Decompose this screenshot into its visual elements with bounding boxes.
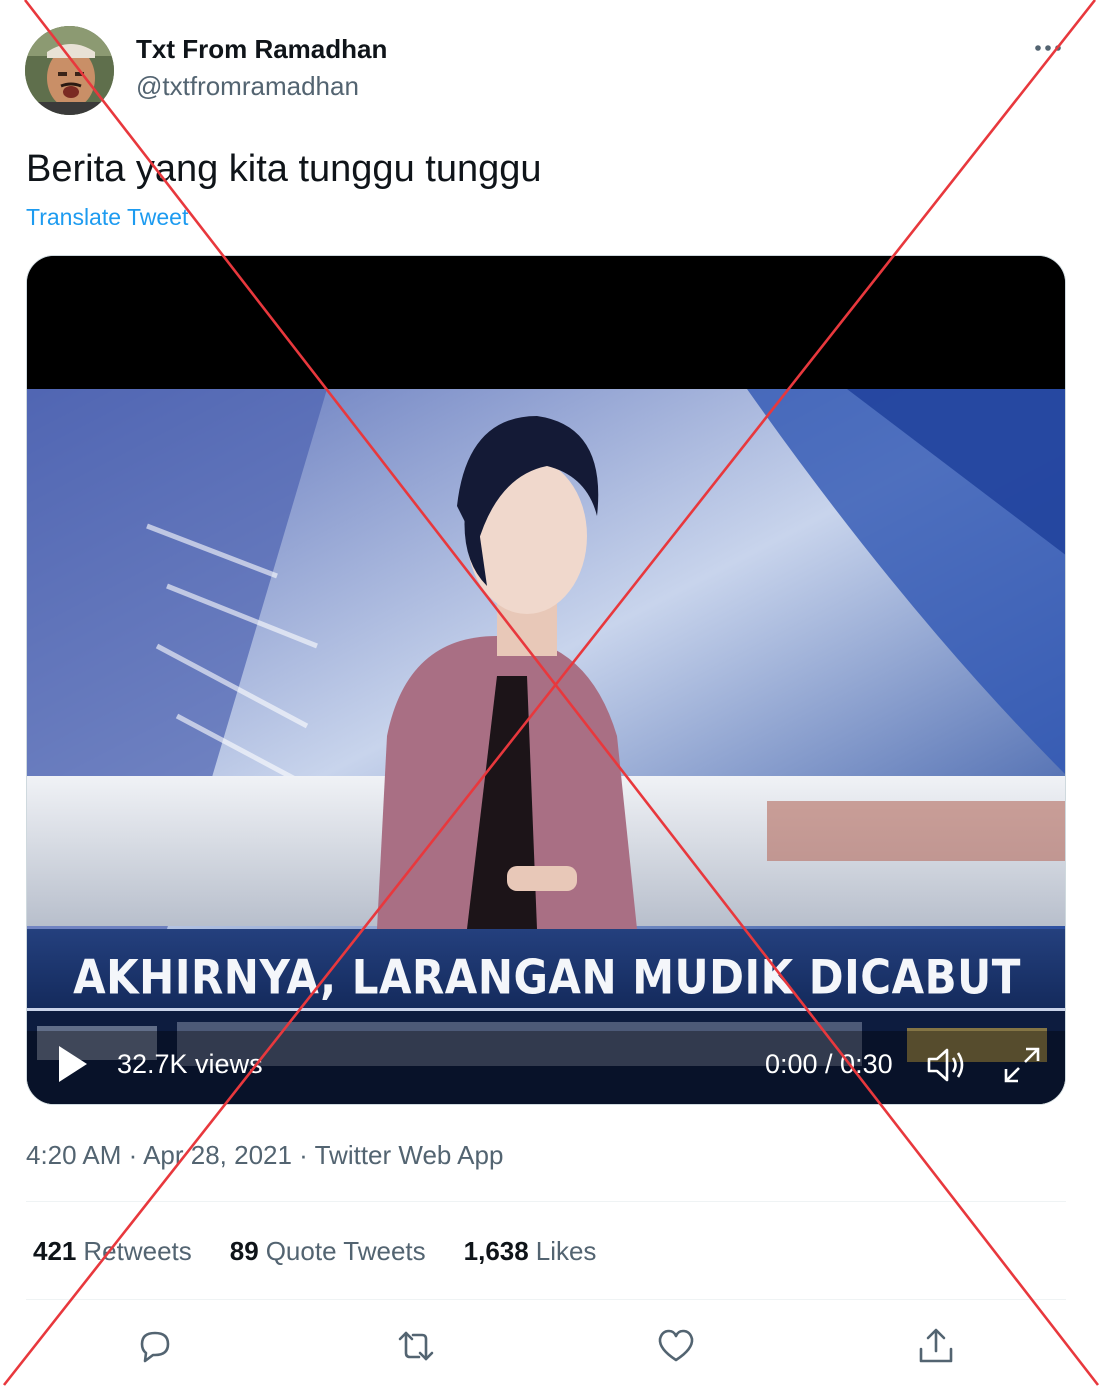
quote-tweets-stat[interactable]: 89 Quote Tweets: [230, 1236, 426, 1267]
video-views: 32.7K views: [117, 1049, 263, 1079]
translate-tweet-link[interactable]: Translate Tweet: [26, 204, 188, 231]
tweet-text: Berita yang kita tunggu tunggu: [26, 148, 542, 190]
retweets-label: Retweets: [83, 1236, 192, 1266]
fullscreen-icon[interactable]: [1002, 1045, 1042, 1085]
divider: [26, 1201, 1066, 1202]
reply-icon[interactable]: [134, 1325, 176, 1367]
like-icon[interactable]: [655, 1325, 697, 1367]
tweet-stats: 421 Retweets 89 Quote Tweets 1,638 Likes: [33, 1236, 596, 1267]
retweets-stat[interactable]: 421 Retweets: [33, 1236, 192, 1267]
play-icon[interactable]: [57, 1044, 89, 1084]
avatar[interactable]: [25, 26, 114, 115]
divider: [26, 1299, 1066, 1300]
retweet-icon[interactable]: [395, 1325, 437, 1367]
quote-tweets-count: 89: [229, 1236, 259, 1266]
author-name[interactable]: Txt From Ramadhan: [136, 34, 387, 65]
tweet-timestamp[interactable]: 4:20 AM · Apr 28, 2021 · Twitter Web App: [26, 1140, 503, 1171]
author-handle[interactable]: @txtfromramadhan: [136, 71, 359, 102]
video-time: 0:00 / 0:30: [765, 1049, 893, 1079]
retweets-count: 421: [33, 1236, 77, 1266]
more-icon[interactable]: [1030, 30, 1066, 66]
video-headline: AKHIRNYA, LARANGAN MUDIK DICABUT: [73, 950, 1021, 1005]
share-icon[interactable]: [915, 1325, 957, 1367]
likes-label: Likes: [535, 1236, 597, 1266]
volume-icon[interactable]: [925, 1045, 969, 1085]
likes-stat[interactable]: 1,638 Likes: [464, 1236, 597, 1267]
quote-tweets-label: Quote Tweets: [265, 1236, 426, 1266]
likes-count: 1,638: [463, 1236, 529, 1266]
video-player[interactable]: AKHIRNYA, LARANGAN MUDIK DICABUT 32.7K v…: [26, 255, 1066, 1105]
